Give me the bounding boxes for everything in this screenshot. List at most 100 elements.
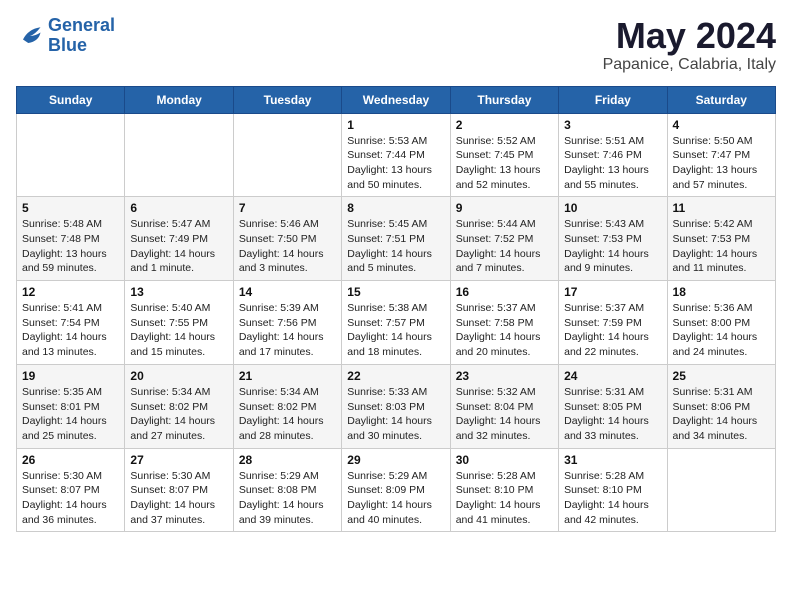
day-number: 4 [673, 118, 770, 132]
calendar-cell: 20 Sunrise: 5:34 AMSunset: 8:02 PMDayligh… [125, 364, 233, 448]
logo-text: General Blue [48, 16, 115, 56]
day-number: 24 [564, 369, 661, 383]
calendar-cell: 24 Sunrise: 5:31 AMSunset: 8:05 PMDayligh… [559, 364, 667, 448]
day-number: 27 [130, 453, 227, 467]
day-info: Sunrise: 5:31 AMSunset: 8:05 PMDaylight:… [564, 385, 661, 444]
page-header: General Blue May 2024 Papanice, Calabria… [16, 16, 776, 74]
calendar-body: 1 Sunrise: 5:53 AMSunset: 7:44 PMDaylight… [17, 113, 776, 532]
day-number: 23 [456, 369, 553, 383]
day-number: 1 [347, 118, 444, 132]
calendar-table: SundayMondayTuesdayWednesdayThursdayFrid… [16, 86, 776, 533]
day-number: 29 [347, 453, 444, 467]
day-info: Sunrise: 5:50 AMSunset: 7:47 PMDaylight:… [673, 134, 770, 193]
day-number: 14 [239, 285, 336, 299]
day-header-tuesday: Tuesday [233, 86, 341, 113]
calendar-cell: 21Sunrise: 5:34 AMSunset: 8:02 PMDayligh… [233, 364, 341, 448]
day-number: 13 [130, 285, 227, 299]
day-number: 10 [564, 201, 661, 215]
calendar-cell: 22 Sunrise: 5:33 AMSunset: 8:03 PMDayligh… [342, 364, 450, 448]
calendar-cell: 1 Sunrise: 5:53 AMSunset: 7:44 PMDaylight… [342, 113, 450, 197]
calendar-cell: 29Sunrise: 5:29 AMSunset: 8:09 PMDayligh… [342, 448, 450, 532]
day-info: Sunrise: 5:35 AMSunset: 8:01 PMDaylight:… [22, 385, 119, 444]
day-info: Sunrise: 5:29 AMSunset: 8:08 PMDaylight:… [239, 469, 336, 528]
calendar-cell: 27Sunrise: 5:30 AMSunset: 8:07 PMDayligh… [125, 448, 233, 532]
calendar-cell: 25 Sunrise: 5:31 AMSunset: 8:06 PMDayligh… [667, 364, 775, 448]
day-info: Sunrise: 5:34 AMSunset: 8:02 PMDaylight:… [130, 385, 227, 444]
day-info: Sunrise: 5:28 AMSunset: 8:10 PMDaylight:… [456, 469, 553, 528]
calendar-week-5: 26Sunrise: 5:30 AMSunset: 8:07 PMDayligh… [17, 448, 776, 532]
day-info: Sunrise: 5:28 AMSunset: 8:10 PMDaylight:… [564, 469, 661, 528]
day-info: Sunrise: 5:40 AMSunset: 7:55 PMDaylight:… [130, 301, 227, 360]
logo-icon [16, 22, 44, 50]
calendar-cell: 15 Sunrise: 5:38 AMSunset: 7:57 PMDayligh… [342, 281, 450, 365]
day-number: 22 [347, 369, 444, 383]
day-header-wednesday: Wednesday [342, 86, 450, 113]
day-number: 31 [564, 453, 661, 467]
day-number: 9 [456, 201, 553, 215]
day-header-thursday: Thursday [450, 86, 558, 113]
calendar-cell: 11Sunrise: 5:42 AMSunset: 7:53 PMDayligh… [667, 197, 775, 281]
day-number: 7 [239, 201, 336, 215]
day-number: 11 [673, 201, 770, 215]
day-info: Sunrise: 5:38 AMSunset: 7:57 PMDaylight:… [347, 301, 444, 360]
calendar-cell: 9 Sunrise: 5:44 AMSunset: 7:52 PMDaylight… [450, 197, 558, 281]
day-info: Sunrise: 5:48 AMSunset: 7:48 PMDaylight:… [22, 217, 119, 276]
day-info: Sunrise: 5:37 AMSunset: 7:58 PMDaylight:… [456, 301, 553, 360]
calendar-week-1: 1 Sunrise: 5:53 AMSunset: 7:44 PMDaylight… [17, 113, 776, 197]
day-number: 25 [673, 369, 770, 383]
calendar-cell: 28 Sunrise: 5:29 AMSunset: 8:08 PMDayligh… [233, 448, 341, 532]
month-title: May 2024 [603, 16, 776, 56]
calendar-cell: 3 Sunrise: 5:51 AMSunset: 7:46 PMDaylight… [559, 113, 667, 197]
day-number: 12 [22, 285, 119, 299]
day-info: Sunrise: 5:31 AMSunset: 8:06 PMDaylight:… [673, 385, 770, 444]
day-header-monday: Monday [125, 86, 233, 113]
day-number: 6 [130, 201, 227, 215]
logo: General Blue [16, 16, 115, 56]
calendar-cell: 26Sunrise: 5:30 AMSunset: 8:07 PMDayligh… [17, 448, 125, 532]
day-number: 16 [456, 285, 553, 299]
day-info: Sunrise: 5:43 AMSunset: 7:53 PMDaylight:… [564, 217, 661, 276]
day-info: Sunrise: 5:51 AMSunset: 7:46 PMDaylight:… [564, 134, 661, 193]
day-number: 8 [347, 201, 444, 215]
day-info: Sunrise: 5:47 AMSunset: 7:49 PMDaylight:… [130, 217, 227, 276]
calendar-cell: 6 Sunrise: 5:47 AMSunset: 7:49 PMDaylight… [125, 197, 233, 281]
calendar-cell [233, 113, 341, 197]
calendar-cell: 23 Sunrise: 5:32 AMSunset: 8:04 PMDayligh… [450, 364, 558, 448]
day-header-saturday: Saturday [667, 86, 775, 113]
day-info: Sunrise: 5:44 AMSunset: 7:52 PMDaylight:… [456, 217, 553, 276]
calendar-cell: 10 Sunrise: 5:43 AMSunset: 7:53 PMDayligh… [559, 197, 667, 281]
day-info: Sunrise: 5:46 AMSunset: 7:50 PMDaylight:… [239, 217, 336, 276]
day-info: Sunrise: 5:45 AMSunset: 7:51 PMDaylight:… [347, 217, 444, 276]
calendar-cell: 31 Sunrise: 5:28 AMSunset: 8:10 PMDayligh… [559, 448, 667, 532]
calendar-week-4: 19 Sunrise: 5:35 AMSunset: 8:01 PMDayligh… [17, 364, 776, 448]
day-info: Sunrise: 5:32 AMSunset: 8:04 PMDaylight:… [456, 385, 553, 444]
day-info: Sunrise: 5:39 AMSunset: 7:56 PMDaylight:… [239, 301, 336, 360]
day-header-friday: Friday [559, 86, 667, 113]
calendar-cell: 17 Sunrise: 5:37 AMSunset: 7:59 PMDayligh… [559, 281, 667, 365]
day-number: 28 [239, 453, 336, 467]
calendar-cell: 8 Sunrise: 5:45 AMSunset: 7:51 PMDaylight… [342, 197, 450, 281]
calendar-cell: 5 Sunrise: 5:48 AMSunset: 7:48 PMDaylight… [17, 197, 125, 281]
day-info: Sunrise: 5:33 AMSunset: 8:03 PMDaylight:… [347, 385, 444, 444]
day-number: 5 [22, 201, 119, 215]
day-number: 18 [673, 285, 770, 299]
day-info: Sunrise: 5:52 AMSunset: 7:45 PMDaylight:… [456, 134, 553, 193]
calendar-cell: 12 Sunrise: 5:41 AMSunset: 7:54 PMDayligh… [17, 281, 125, 365]
day-number: 19 [22, 369, 119, 383]
day-info: Sunrise: 5:36 AMSunset: 8:00 PMDaylight:… [673, 301, 770, 360]
calendar-cell [17, 113, 125, 197]
day-number: 20 [130, 369, 227, 383]
calendar-cell: 2 Sunrise: 5:52 AMSunset: 7:45 PMDaylight… [450, 113, 558, 197]
day-info: Sunrise: 5:41 AMSunset: 7:54 PMDaylight:… [22, 301, 119, 360]
day-info: Sunrise: 5:37 AMSunset: 7:59 PMDaylight:… [564, 301, 661, 360]
day-number: 17 [564, 285, 661, 299]
day-info: Sunrise: 5:53 AMSunset: 7:44 PMDaylight:… [347, 134, 444, 193]
day-number: 15 [347, 285, 444, 299]
calendar-cell: 14 Sunrise: 5:39 AMSunset: 7:56 PMDayligh… [233, 281, 341, 365]
day-info: Sunrise: 5:34 AMSunset: 8:02 PMDaylight:… [239, 385, 336, 444]
day-number: 30 [456, 453, 553, 467]
day-number: 2 [456, 118, 553, 132]
day-number: 3 [564, 118, 661, 132]
calendar-cell: 30 Sunrise: 5:28 AMSunset: 8:10 PMDayligh… [450, 448, 558, 532]
calendar-cell [667, 448, 775, 532]
